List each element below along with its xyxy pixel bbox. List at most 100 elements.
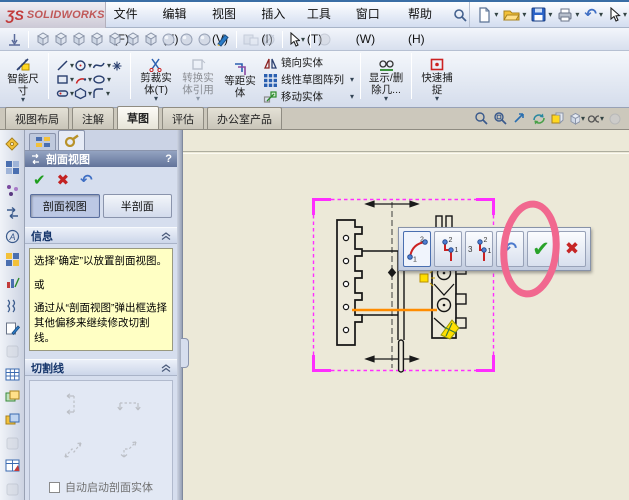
weld-symbol-icon[interactable]	[3, 296, 21, 314]
help-icon[interactable]: ?	[165, 153, 172, 165]
quick-snaps-button[interactable]: 快速捕捉 ▾	[416, 56, 458, 103]
chevron-down-icon[interactable]: ▾	[21, 96, 25, 104]
tab-office-products[interactable]: 办公室产品	[207, 107, 282, 129]
tab-evaluate[interactable]: 评估	[162, 107, 204, 129]
menu-tools[interactable]: 工具(T)	[299, 2, 348, 46]
rectangle-tool[interactable]	[56, 73, 74, 86]
popup-ok-button[interactable]: ✔	[527, 231, 555, 267]
swap-arrows-icon[interactable]	[3, 204, 21, 222]
menu-help[interactable]: 帮助(H)	[400, 2, 450, 46]
chevron-down-icon[interactable]: ▾	[435, 95, 439, 103]
view-cube-icon-7[interactable]	[142, 31, 159, 48]
image-tool-icon-1[interactable]	[3, 388, 21, 406]
balloon-grid-icon[interactable]	[3, 158, 21, 176]
popup-undo-button[interactable]: ↶	[496, 231, 524, 267]
menu-view[interactable]: 视图(V)	[204, 2, 253, 46]
arc-tool[interactable]	[74, 73, 92, 86]
view-cube-icon-3[interactable]	[70, 31, 87, 48]
cutline-section-header[interactable]: 切割线	[25, 359, 177, 377]
view-cube-icon-4[interactable]	[88, 31, 105, 48]
panel-flyout-tab[interactable]	[181, 338, 189, 368]
polygon-tool[interactable]	[74, 87, 92, 100]
ellipse-tool[interactable]	[92, 73, 111, 86]
zoom-area-icon[interactable]	[492, 110, 509, 127]
property-manager-panel: 剖面视图 ? ✔ ✖ ↶ 剖面视图 半剖面 信息 选择“确定”以放置剖面视图。 …	[25, 130, 177, 500]
shaded-view-icon-2[interactable]	[178, 31, 195, 48]
chevron-down-icon[interactable]: ▾	[154, 95, 158, 103]
general-table-icon[interactable]	[3, 365, 21, 383]
table-pattern-icon[interactable]	[3, 250, 21, 268]
mode-half-section[interactable]: 半剖面	[102, 194, 172, 218]
select-cursor-icon[interactable]	[288, 31, 305, 48]
chevron-down-icon[interactable]: ▾	[350, 75, 354, 83]
line-tool[interactable]	[56, 59, 74, 72]
spline-tool[interactable]	[92, 59, 111, 72]
svg-text:3: 3	[468, 245, 473, 254]
rotate-view-icon[interactable]	[530, 110, 547, 127]
tab-annotation[interactable]: 注解	[72, 107, 114, 129]
linear-pattern-button[interactable]: 线性草图阵列 ▾	[263, 72, 354, 88]
view-cube-icon-1[interactable]	[34, 31, 51, 48]
shaded-view-icon-1[interactable]	[160, 31, 177, 48]
previous-view-icon[interactable]	[511, 110, 528, 127]
chart-annotation-icon[interactable]	[3, 273, 21, 291]
format-painter-icon[interactable]: A	[3, 227, 21, 245]
cutline-arc-offset-button[interactable]: 12	[403, 231, 431, 267]
sketch-entity-grid	[53, 53, 126, 106]
circle-tool[interactable]	[74, 59, 92, 72]
select-tool-button[interactable]	[606, 6, 629, 23]
cutline-single-offset-button[interactable]: 21	[434, 231, 462, 267]
trim-entities-button[interactable]: 剪裁实体(T) ▾	[135, 56, 177, 103]
view-cube-icon-6[interactable]	[124, 31, 141, 48]
popup-cancel-button[interactable]: ✖	[558, 231, 586, 267]
graphics-area[interactable]: 12 21 321 ↶ ✔ ✖	[183, 130, 629, 500]
info-section-header[interactable]: 信息	[25, 227, 177, 244]
display-style-icon[interactable]	[568, 110, 585, 127]
note-tag-icon[interactable]	[3, 135, 21, 153]
save-button[interactable]	[529, 6, 554, 23]
edit-sheet-icon[interactable]	[3, 319, 21, 337]
menu-edit[interactable]: 编辑(E)	[155, 2, 204, 46]
open-document-button[interactable]	[501, 6, 528, 23]
view-cube-icon-2[interactable]	[52, 31, 69, 48]
image-tool-icon-2[interactable]	[3, 411, 21, 429]
view-cube-icon-5[interactable]	[106, 31, 123, 48]
display-delete-relations-button[interactable]: 显示/删除几... ▾	[365, 56, 407, 103]
tab-view-layout[interactable]: 视图布局	[5, 107, 69, 129]
search-icon[interactable]	[450, 2, 469, 27]
offset-entities-button[interactable]: 等距实体	[219, 59, 261, 100]
view-settings-icon[interactable]	[587, 110, 604, 127]
tab-sketch[interactable]: 草图	[117, 106, 159, 129]
fillet-tool[interactable]	[92, 87, 110, 100]
ok-button[interactable]: ✔	[33, 171, 46, 189]
property-manager-tab[interactable]	[58, 130, 85, 150]
revision-table-icon[interactable]	[3, 457, 21, 475]
appearance-brush-icon[interactable]	[214, 31, 231, 48]
chevron-down-icon[interactable]: ▾	[384, 95, 388, 103]
smart-dimension-icon	[16, 58, 30, 71]
menu-insert[interactable]: 插入(I)	[253, 2, 299, 46]
cutline-notch-offset-button[interactable]: 3 21	[465, 231, 493, 267]
shaded-view-icon-3[interactable]	[196, 31, 213, 48]
reference-axis-icon[interactable]	[6, 31, 23, 48]
spell-check-icon[interactable]	[3, 181, 21, 199]
pattern-group: 镜向实体 线性草图阵列 ▾ 移动实体 ▾	[261, 53, 356, 106]
section-view-tool-icon[interactable]	[549, 110, 566, 127]
point-tool[interactable]	[111, 60, 123, 72]
undo-button[interactable]: ↶	[582, 7, 605, 23]
mode-section-view[interactable]: 剖面视图	[30, 194, 100, 218]
smart-dimension-button[interactable]: 智能尺寸 ▾	[2, 55, 44, 104]
menu-file[interactable]: 文件(F)	[106, 2, 155, 46]
chevron-down-icon[interactable]: ▾	[350, 92, 354, 100]
cancel-button[interactable]: ✖	[57, 171, 70, 189]
menu-window[interactable]: 窗口(W)	[348, 2, 400, 46]
print-button[interactable]	[555, 7, 581, 23]
mirror-entities-button[interactable]: 镜向实体	[263, 55, 354, 71]
slot-tool[interactable]	[56, 87, 74, 100]
zoom-fit-icon[interactable]	[473, 110, 490, 127]
feature-manager-tab[interactable]	[29, 133, 56, 150]
move-entities-button[interactable]: 移动实体 ▾	[263, 89, 354, 105]
undo-button-panel[interactable]: ↶	[80, 171, 93, 189]
auto-start-checkbox[interactable]	[49, 481, 60, 493]
new-document-button[interactable]	[475, 6, 500, 24]
